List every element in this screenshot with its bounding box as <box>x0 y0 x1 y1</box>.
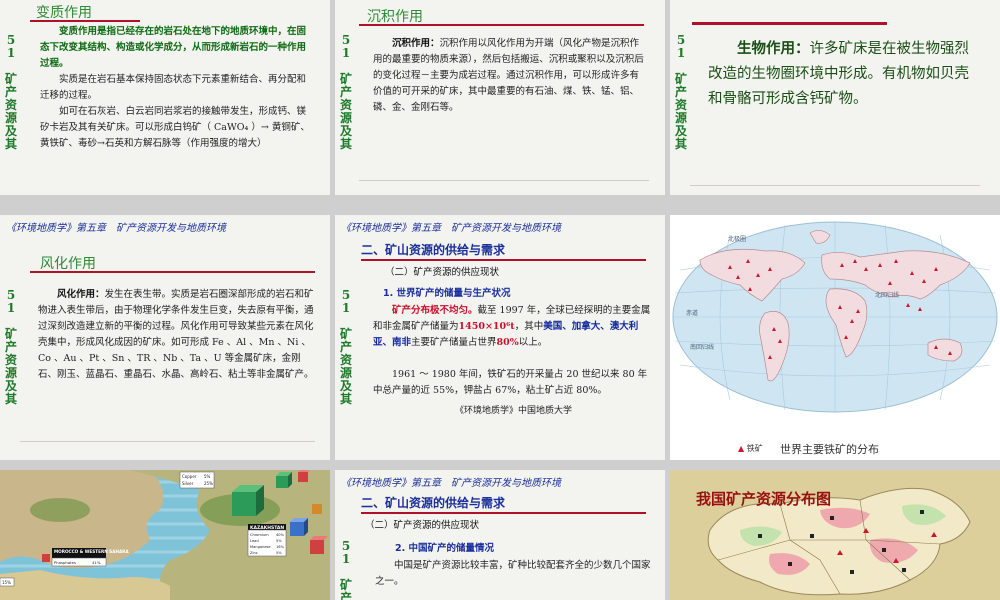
paragraph-example: 如可在石灰岩、白云岩同岩浆岩的接触带发生，形成钙、镁矽卡岩及其有关矿床。可以形成… <box>40 106 310 149</box>
slide-title: 变质作用 <box>36 5 92 21</box>
slide-thumbnail-mineral-map[interactable]: Copper 5% Silver 25% KAZAKHSTAN Chromium… <box>0 470 330 600</box>
legend-label: 铁矿 <box>746 444 763 453</box>
world-map: 北极圈 北回归线 赤道 南回归线 <box>670 215 1000 460</box>
slide-thumbnail-weathering[interactable]: 《环境地质学》第五章 矿产资源开发与地质环境 风化作用 51 矿产资源及其 风化… <box>0 215 330 460</box>
slide-body: 变质作用是指已经存在的岩石处在地下的地质环境中，在固态下改变其结构、构造或化学成… <box>40 24 312 152</box>
kaz-row-value: 40% <box>276 533 285 537</box>
slide-body: 生物作用：许多矿床是在被生物强烈改造的生物圈环境中形成。有机物如贝壳和骨骼可形成… <box>708 36 980 112</box>
slide-body: 中国是矿产资源比较丰富，矿种比较配套齐全的少数几个国家之一。 <box>375 560 651 587</box>
china-map: 我国矿产资源分布图 <box>670 470 1000 600</box>
slide-body: 风化作用：发生在表生带。实质是岩石圈深部形成的岩石和矿物进入表生带后，由于物理化… <box>38 287 314 383</box>
slide-thumbnail-china-reserves[interactable]: 《环境地质学》第五章 矿产资源开发与地质环境 二、矿山资源的供给与需求 （二）矿… <box>335 470 665 600</box>
slide-title: 风化作用 <box>40 256 96 272</box>
body-text: 以上。 <box>518 337 548 348</box>
subsection-title: （二）矿产资源的供应现状 <box>385 267 500 278</box>
paragraph-essence: 实质是在岩石基本保持固态状态下元素重新结合、再分配和迁移的过程。 <box>40 74 307 101</box>
title-underline <box>30 20 140 22</box>
subsection-title: （二）矿产资源的供应现状 <box>365 520 480 531</box>
label-tropic-north: 北回归线 <box>875 291 899 299</box>
mineral-map: Copper 5% Silver 25% KAZAKHSTAN Chromium… <box>0 470 330 600</box>
label-equator: 赤道 <box>686 309 698 317</box>
slide-thumbnail-china-map[interactable]: 我国矿产资源分布图 <box>670 470 1000 600</box>
kaz-row-name: Manganese <box>250 545 271 549</box>
paragraph-production: 1961 ～ 1980 年间，铁矿石的开采量占 20 世纪以来 80 年中总产量… <box>373 369 648 396</box>
paragraph-definition: 变质作用是指已经存在的岩石处在地下的地质环境中，在固态下改变其结构、构造或化学成… <box>40 26 307 69</box>
side-label: 51 矿产资源及其 <box>339 33 352 151</box>
term-text: 发生在表生带。实质是岩石圈深部形成的岩石和矿物进入表生带后，由于物理化学条件发生… <box>38 289 314 380</box>
slide-thumbnail-metamorphism[interactable]: 变质作用 51 矿产资源及其 变质作用是指已经存在的岩石处在地下的地质环境中，在… <box>0 0 330 195</box>
slide-thumbnail-world-iron-map[interactable]: 北极圈 北回归线 赤道 南回归线 ▲ 铁矿 世界主要铁矿的分布 <box>670 215 1000 460</box>
kaz-row-name: Chromium <box>250 533 269 537</box>
slide-thumbnail-world-reserves[interactable]: 《环境地质学》第五章 矿产资源开发与地质环境 二、矿山资源的供给与需求 （二）矿… <box>335 215 665 460</box>
kaz-row-value: 16% <box>276 545 285 549</box>
term-label: 风化作用： <box>57 289 105 300</box>
legend-silver-value: 25% <box>204 481 213 486</box>
footer-rule <box>20 441 315 442</box>
slide-title: 沉积作用 <box>367 9 423 25</box>
section-title: 二、矿山资源的供给与需求 <box>361 496 506 510</box>
highlight-uneven: 矿产分布极不均匀。 <box>392 305 478 316</box>
map-legend: ▲ 铁矿 <box>738 443 763 454</box>
side-label: 51 矿产资源及其 <box>339 288 352 406</box>
point-title: 2. 中国矿产的储量情况 <box>395 543 495 554</box>
highlight-percent: 80% <box>496 337 519 348</box>
morocco-title: MOROCCO & WESTERN SAHARA <box>54 549 129 554</box>
section-underline <box>361 512 646 514</box>
slide-header: 《环境地质学》第五章 矿产资源开发与地质环境 <box>341 478 561 489</box>
body-text: 主要矿产储量占世界 <box>411 337 497 348</box>
side-label: 51 矿产资源及其 <box>674 33 687 151</box>
map-title: 我国矿产资源分布图 <box>696 490 831 508</box>
legend-copper-name: Copper <box>182 474 197 479</box>
footer-rule <box>690 185 980 186</box>
label-arctic-circle: 北极圈 <box>728 235 746 243</box>
side-label: 51 矿产 <box>339 539 352 600</box>
slide-thumbnail-biological[interactable]: 51 矿产资源及其 生物作用：许多矿床是在被生物强烈改造的生物圈环境中形成。有机… <box>670 0 1000 195</box>
kaz-row-value: 5% <box>276 539 282 543</box>
legend-copper-value: 5% <box>204 474 211 479</box>
slide-header: 《环境地质学》第五章 矿产资源开发与地质环境 <box>341 223 561 234</box>
slide-footer: 《环境地质学》中国地质大学 <box>455 406 573 416</box>
side-label: 51 矿产资源及其 <box>4 33 17 151</box>
side-label: 51 矿产资源及其 <box>4 288 17 406</box>
kaz-row-name: Zinc <box>250 551 258 555</box>
slide-thumbnail-sedimentation[interactable]: 沉积作用 51 矿产资源及其 沉积作用：沉积作用以风化作用为开端（风化产物是沉积… <box>335 0 665 195</box>
kaz-row-name: Lead <box>250 539 259 543</box>
highlight-reserve-value: 1450×10⁶t <box>458 321 515 332</box>
section-title: 二、矿山资源的供给与需求 <box>361 243 506 257</box>
slide-body: 矿产分布极不均匀。截至 1997 年，全球已经探明的主要金属和非金属矿产储量为1… <box>373 303 653 351</box>
footer-rule <box>359 180 649 181</box>
label-tropic-south: 南回归线 <box>690 343 714 351</box>
term-label: 沉积作用： <box>392 38 440 49</box>
point-title: 1. 世界矿产的储量与生产状况 <box>383 288 511 299</box>
title-underline <box>692 22 887 25</box>
iron-ore-legend-icon: ▲ <box>738 444 745 453</box>
legend-silver-name: Silver <box>182 481 194 486</box>
kaz-row-value: 5% <box>276 551 282 555</box>
slide-header: 《环境地质学》第五章 矿产资源开发与地质环境 <box>6 223 226 234</box>
slide-body: 沉积作用：沉积作用以风化作用为开端（风化产物是沉积作用的最重要的物质来源），然后… <box>373 36 645 116</box>
body-text: ，其中 <box>514 321 544 332</box>
term-label: 生物作用： <box>737 40 810 57</box>
scale-label: 15% <box>2 580 11 585</box>
section-underline <box>361 259 646 261</box>
title-underline <box>30 271 315 273</box>
map-caption: 世界主要铁矿的分布 <box>780 443 879 456</box>
title-underline <box>359 24 644 26</box>
morocco-row-name: Phosphates <box>54 560 76 565</box>
morocco-row-value: 41% <box>92 560 101 565</box>
term-text: 沉积作用以风化作用为开端（风化产物是沉积作用的最重要的物质来源），然后包括搬运、… <box>373 38 644 113</box>
